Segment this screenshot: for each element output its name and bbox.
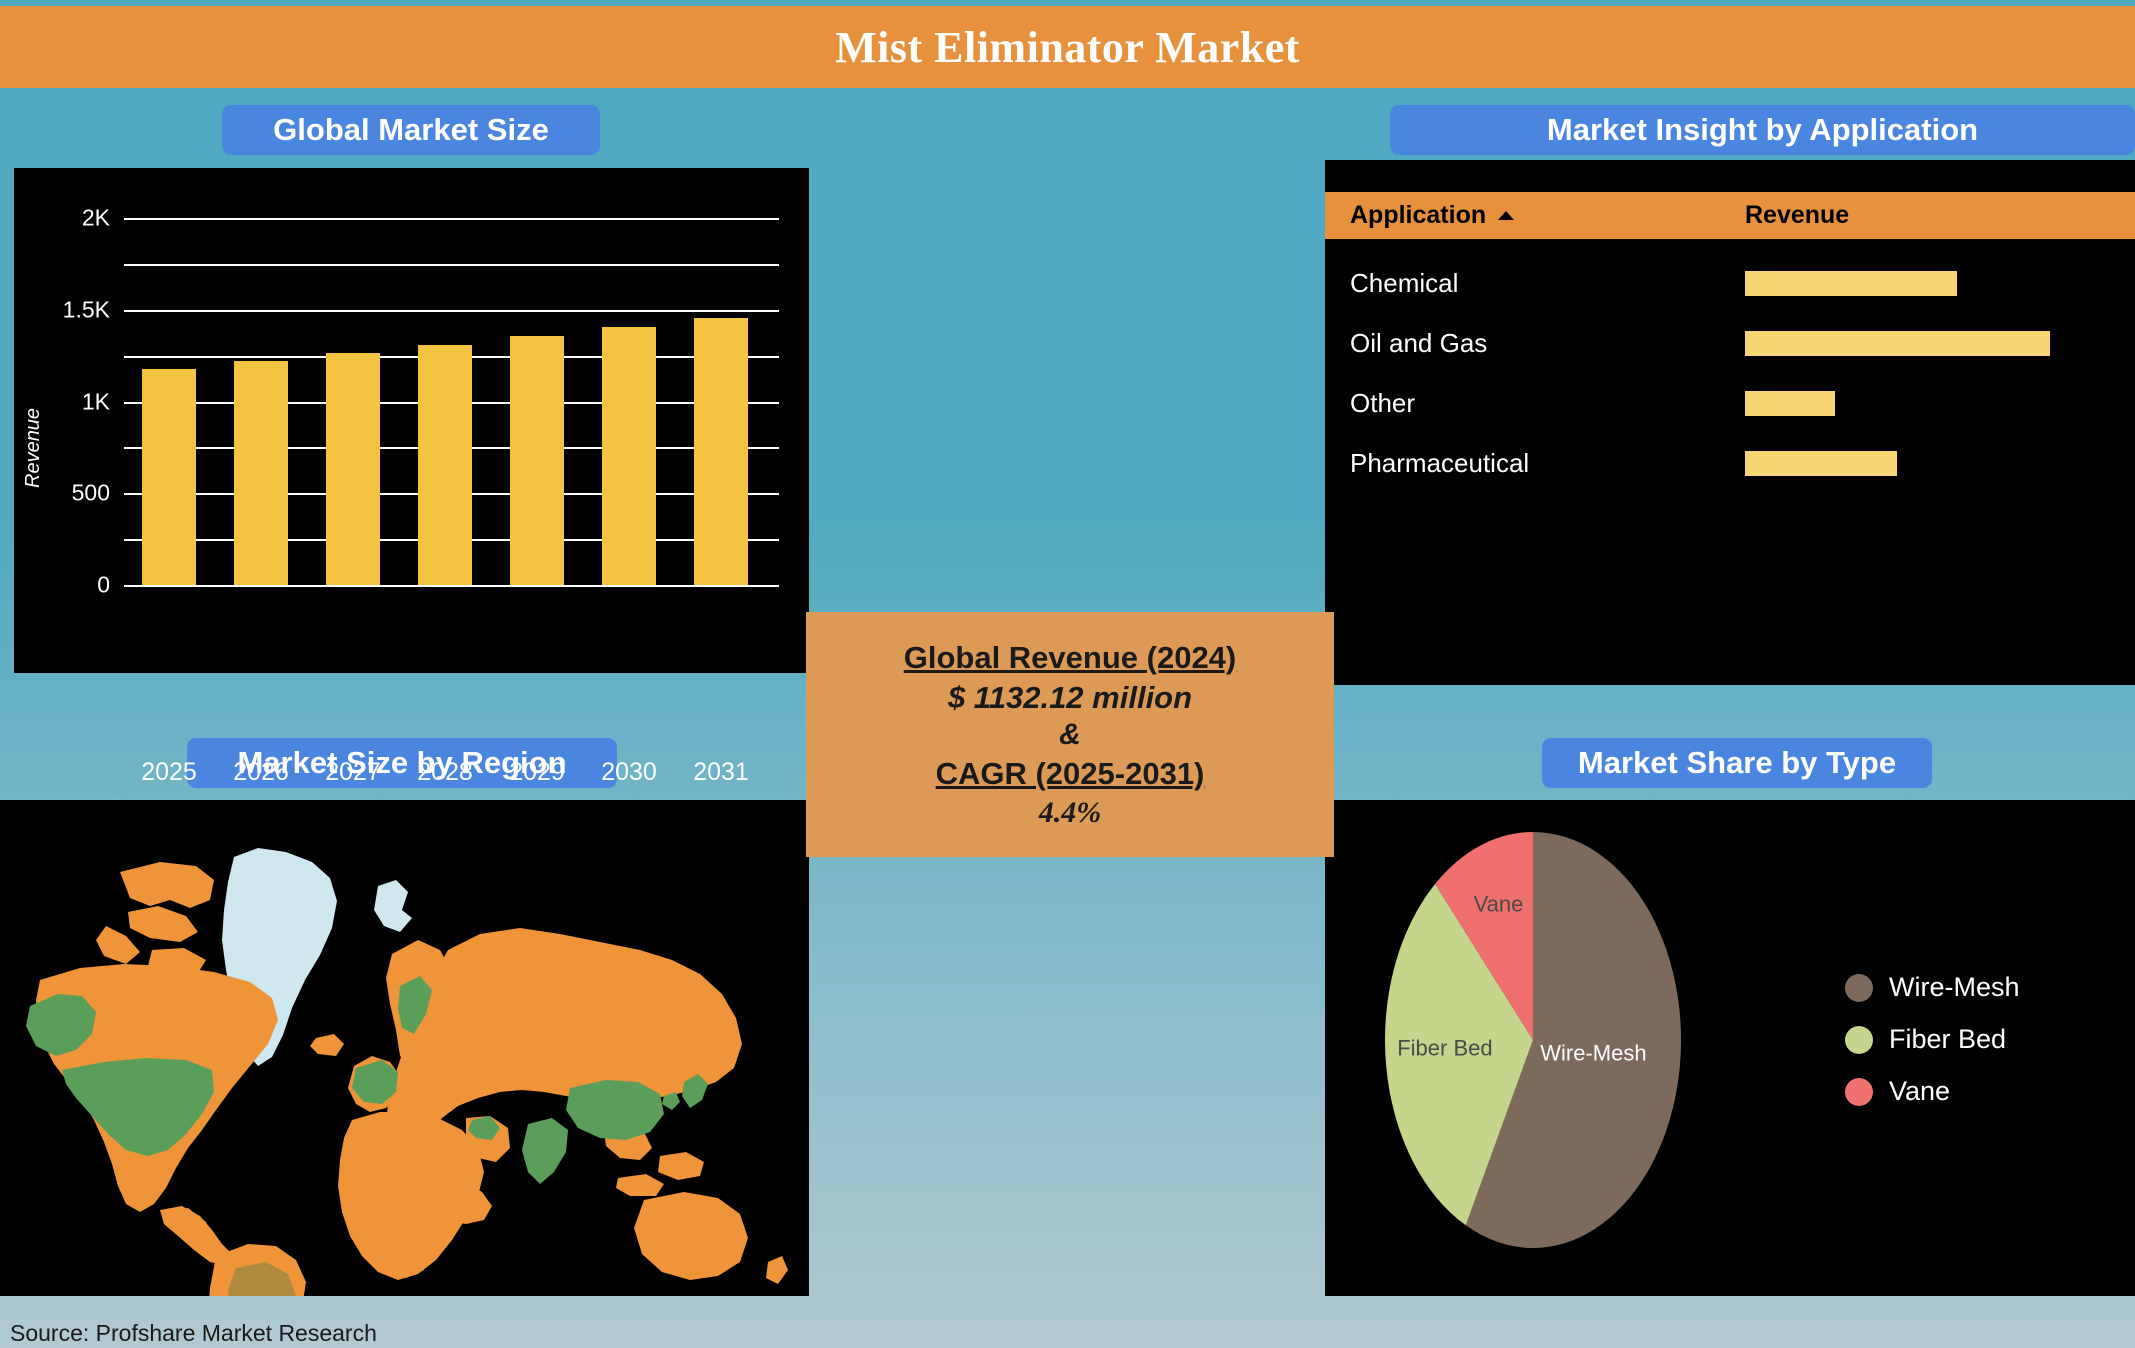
bar-chart-y-axis-label: Revenue xyxy=(22,407,44,488)
map-region-australia xyxy=(634,1192,748,1280)
table-cell-application: Oil and Gas xyxy=(1350,327,1488,358)
column-header-revenue[interactable]: Revenue xyxy=(1745,201,1849,230)
legend-label: Vane xyxy=(1889,1076,1951,1106)
sort-ascending-icon[interactable] xyxy=(1498,211,1515,220)
table-header-row: Application Revenue xyxy=(1325,192,2135,239)
table-cell-application: Chemical xyxy=(1350,267,1459,298)
bar-chart-x-tick-label: 2026 xyxy=(233,758,289,786)
bar-chart-bar xyxy=(234,361,288,585)
map-region-iceland xyxy=(310,1034,344,1056)
legend-label: Wire-Mesh xyxy=(1889,972,2020,1002)
bar-chart-x-tick-label: 2029 xyxy=(509,758,565,786)
bar-chart-bar xyxy=(142,369,196,585)
bar-chart-y-tick-label: 0 xyxy=(97,571,110,598)
pie-slice-label: Vane xyxy=(1474,892,1524,917)
legend-label: Fiber Bed xyxy=(1889,1024,2007,1054)
bar-chart-gridline xyxy=(124,218,779,220)
table-cell-revenue-bar xyxy=(1745,270,1957,296)
revenue-ampersand: & xyxy=(1059,717,1081,751)
legend-color-swatch xyxy=(1845,1077,1873,1106)
table-row[interactable]: Other xyxy=(1325,380,2135,426)
table-row[interactable]: Chemical xyxy=(1325,260,2135,306)
table-cell-application: Pharmaceutical xyxy=(1350,447,1530,478)
market-share-by-type-chart: Wire-Mesh Fiber Bed Vane Wire-Mesh Fiber Be… xyxy=(1325,800,2135,1296)
global-revenue-value: $ 1132.12 million xyxy=(947,679,1193,715)
legend-item[interactable]: Fiber Bed xyxy=(1845,1024,2020,1055)
table-row[interactable]: Oil and Gas xyxy=(1325,320,2135,366)
legend-color-swatch xyxy=(1845,973,1873,1002)
global-revenue-summary-box: Global Revenue (2024) $ 1132.12 million … xyxy=(806,612,1334,857)
bar-chart-y-tick-label: 500 xyxy=(71,479,110,506)
column-header-application-label: Application xyxy=(1350,201,1487,229)
page-header: Mist Eliminator Market xyxy=(0,6,2135,88)
bar-chart-gridline xyxy=(124,263,779,266)
bar-chart-y-tick-label: 1.5K xyxy=(62,296,110,323)
bar-chart-x-tick-label: 2031 xyxy=(693,758,749,786)
bar-chart-x-tick-label: 2027 xyxy=(325,758,381,786)
map-region-new-zealand xyxy=(766,1256,788,1284)
bar-chart-x-tick-label: 2030 xyxy=(601,758,657,786)
bar-chart-bar xyxy=(694,318,748,585)
map-region-svalbard xyxy=(374,880,412,932)
page-title: Mist Eliminator Market xyxy=(835,22,1300,72)
legend-item[interactable]: Vane xyxy=(1845,1076,2020,1107)
legend-item[interactable]: Wire-Mesh xyxy=(1845,972,2020,1003)
table-cell-revenue-bar xyxy=(1745,450,1897,476)
table-cell-application: Other xyxy=(1350,387,1416,418)
map-highlight-india xyxy=(522,1118,568,1184)
world-map-panel xyxy=(0,800,809,1296)
pie-slice-label: Wire-Mesh xyxy=(1540,1040,1646,1065)
table-cell-revenue-bar xyxy=(1745,330,2050,356)
bar-chart-bar xyxy=(602,327,656,585)
bar-chart-x-tick-label: 2028 xyxy=(417,758,473,786)
section-title-market-share-by-type: Market Share by Type xyxy=(1542,738,1932,788)
bar-chart-bar xyxy=(326,352,380,585)
section-title-global-market-size: Global Market Size xyxy=(222,105,600,155)
bar-chart-x-tick-label: 2025 xyxy=(141,758,197,786)
application-table: Application Revenue Chemical Oil and Gas O… xyxy=(1325,160,2135,685)
bar-chart-y-tick-label: 1K xyxy=(81,388,110,414)
global-revenue-heading: Global Revenue (2024) xyxy=(903,639,1237,675)
cagr-heading: CAGR (2025-2031) xyxy=(935,755,1205,791)
bar-chart-y-tick-label: 2K xyxy=(81,204,110,231)
bar-chart-bar xyxy=(418,344,472,585)
table-row[interactable]: Pharmaceutical xyxy=(1325,440,2135,486)
pie-chart-legend: Wire-Mesh Fiber Bed Vane xyxy=(1845,972,2020,1128)
section-title-market-insight-by-application: Market Insight by Application xyxy=(1390,105,2135,155)
bar-chart-gridline xyxy=(124,585,779,587)
column-header-application[interactable]: Application xyxy=(1350,201,1745,230)
cagr-value: 4.4% xyxy=(1038,795,1102,829)
bar-chart-bar xyxy=(510,336,564,585)
world-map xyxy=(26,848,788,1296)
table-cell-revenue-bar xyxy=(1745,390,1835,416)
pie-chart: Wire-Mesh Fiber Bed Vane xyxy=(1385,832,1682,1248)
pie-slice-label: Fiber Bed xyxy=(1397,1036,1492,1061)
bar-chart-gridline xyxy=(124,309,779,312)
legend-color-swatch xyxy=(1845,1025,1873,1054)
map-highlight-china xyxy=(566,1080,664,1140)
global-market-size-chart: Revenue 0 500 1K 1.5K 2K 2025 2026 2027 2028 202… xyxy=(14,168,809,822)
source-attribution: Source: Profshare Market Research xyxy=(10,1320,377,1346)
